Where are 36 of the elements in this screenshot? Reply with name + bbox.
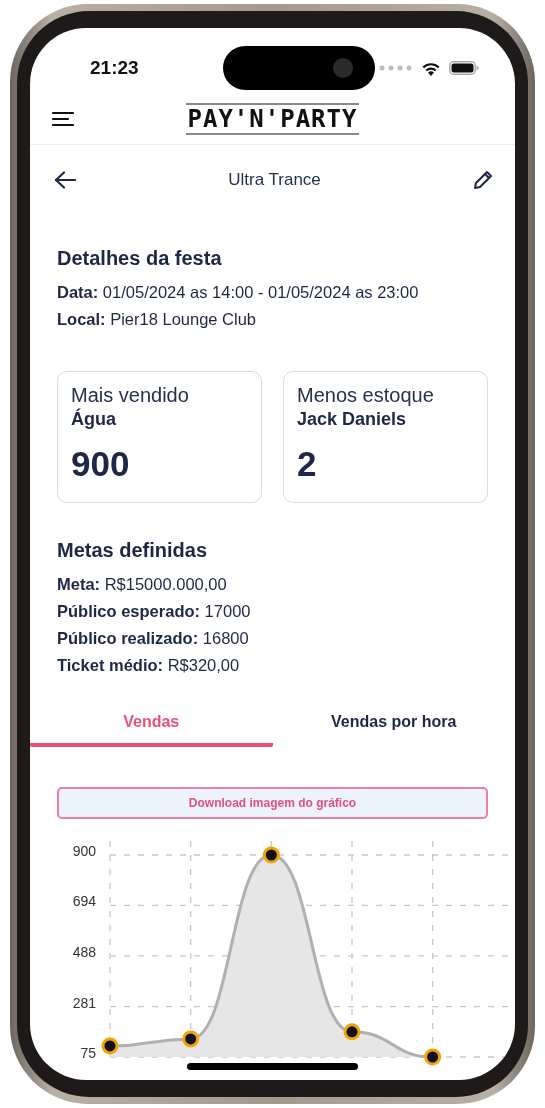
logo: PAY'N'PARTY (185, 103, 360, 135)
data-point (182, 1030, 200, 1048)
section-title: Metas definidas (57, 539, 209, 562)
status-time: 21:23 (90, 57, 140, 79)
card-value: 900 (71, 444, 131, 484)
data-point (262, 846, 280, 864)
info-line: Ticket médio: R$320,00 (57, 655, 241, 676)
info-line: Meta: R$15000.000,00 (57, 574, 228, 595)
axis-label: 75 (80, 1045, 96, 1061)
axis-label: 694 (72, 893, 96, 910)
data-point (424, 1048, 442, 1066)
signal-icon (379, 65, 413, 71)
axis-label: 281 (72, 994, 96, 1011)
edit-icon[interactable] (473, 170, 493, 190)
axis-label: 488 (72, 943, 96, 960)
card-label: Menos estoque (297, 384, 435, 407)
info-line: Local: Pier18 Lounge Club (57, 309, 258, 330)
section-title: Detalhes da festa (57, 247, 223, 270)
info-line: Data: 01/05/2024 as 14:00 - 01/05/2024 as 23:00 (57, 282, 420, 303)
battery-icon (449, 61, 479, 75)
card-value: 2 (297, 444, 318, 484)
wifi-icon (421, 60, 441, 76)
back-arrow-icon[interactable] (54, 171, 76, 189)
menu-icon[interactable] (52, 111, 74, 127)
tab[interactable]: Vendas por hora (272, 705, 515, 747)
page-title: Ultra Trance (228, 170, 321, 190)
data-point (101, 1037, 119, 1055)
tab[interactable]: Vendas (30, 705, 273, 747)
info-line: Público esperado: 17000 (57, 601, 252, 622)
info-line: Público realizado: 16800 (57, 628, 250, 649)
card-label: Mais vendido (71, 384, 190, 407)
product-name: Jack Daniels (297, 409, 408, 430)
product-name: Água (71, 409, 117, 430)
download-button[interactable]: Download imagem do gráfico (57, 787, 488, 819)
data-point (343, 1023, 361, 1041)
axis-label: 900 (72, 843, 96, 859)
